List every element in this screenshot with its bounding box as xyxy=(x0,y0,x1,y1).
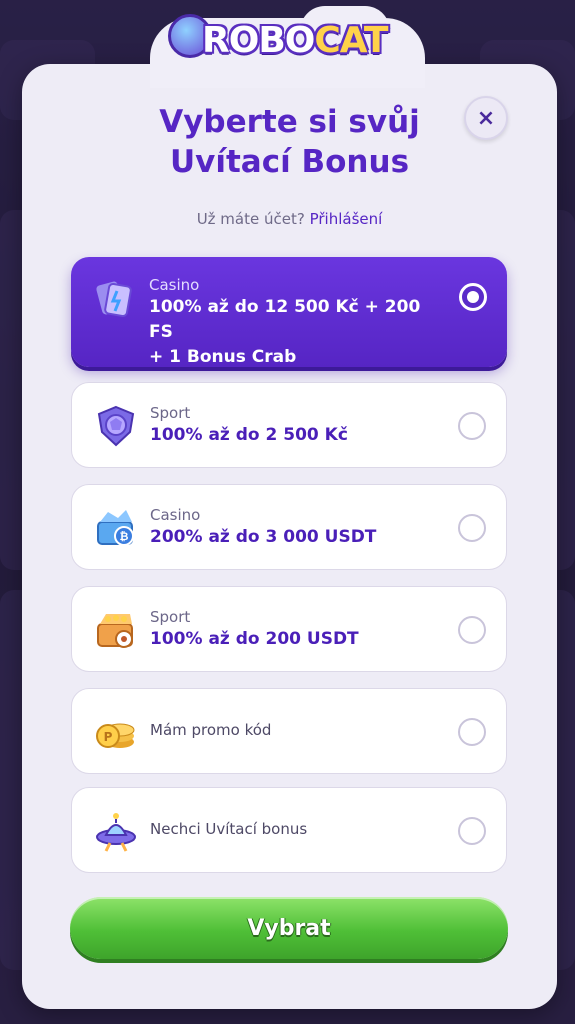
login-link[interactable]: Přihlášení xyxy=(310,210,383,228)
radio-button[interactable] xyxy=(458,412,486,440)
svg-text:P: P xyxy=(104,730,113,744)
radio-button[interactable] xyxy=(458,616,486,644)
option-category: Casino xyxy=(150,506,201,524)
close-icon: × xyxy=(476,105,496,131)
login-prompt: Už máte účet? Přihlášení xyxy=(22,210,557,228)
option-text: Sport 100% až do 2 500 Kč xyxy=(150,403,446,448)
bonus-option-casino-1[interactable]: Casino 100% až do 12 500 Kč + 200 FS + 1… xyxy=(71,257,507,367)
option-text: Sport 100% až do 200 USDT xyxy=(150,607,446,652)
option-bonus-line-1: 100% až do 200 USDT xyxy=(150,629,359,649)
promo-code-option[interactable]: P Mám promo kód xyxy=(71,688,507,774)
bonus-option-sport-1[interactable]: Sport 100% až do 2 500 Kč xyxy=(71,382,507,468)
ufo-icon xyxy=(94,809,138,853)
svg-text:₿: ₿ xyxy=(120,530,129,543)
robocat-logo: ROBOCAT xyxy=(150,6,425,88)
option-bonus-line-2: + 1 Bonus Crab xyxy=(149,347,297,367)
logo-text-part-1: ROBO xyxy=(202,20,315,61)
logo-text: ROBOCAT xyxy=(202,20,388,61)
option-text: Mám promo kód xyxy=(150,721,446,739)
radio-button[interactable] xyxy=(458,718,486,746)
bonus-option-sport-2[interactable]: Sport 100% až do 200 USDT xyxy=(71,586,507,672)
no-bonus-option[interactable]: Nechci Uvítací bonus xyxy=(71,787,507,873)
option-label: Nechci Uvítací bonus xyxy=(150,820,308,838)
option-bonus-line-1: 100% až do 12 500 Kč + 200 FS xyxy=(149,297,421,342)
option-bonus-line-1: 200% až do 3 000 USDT xyxy=(150,527,377,547)
radio-button-selected[interactable] xyxy=(459,283,487,311)
bonus-option-casino-2[interactable]: ₿ Casino 200% až do 3 000 USDT xyxy=(71,484,507,570)
option-text: Nechci Uvítací bonus xyxy=(150,820,446,838)
soccer-chest-icon xyxy=(94,608,138,652)
select-button[interactable]: Vybrat xyxy=(70,897,508,959)
coin-stack-icon: P xyxy=(94,710,138,754)
logo-text-part-2: CAT xyxy=(314,20,388,61)
option-category: Sport xyxy=(150,404,191,422)
bitcoin-chest-icon: ₿ xyxy=(94,506,138,550)
radio-button[interactable] xyxy=(458,514,486,542)
option-label: Mám promo kód xyxy=(150,721,272,739)
option-bonus-line-1: 100% až do 2 500 Kč xyxy=(150,425,348,445)
option-category: Casino xyxy=(149,276,200,294)
title-line-2: Uvítací Bonus xyxy=(169,144,410,180)
shield-ball-icon xyxy=(94,404,138,448)
option-text: Casino 200% až do 3 000 USDT xyxy=(150,505,446,550)
close-button[interactable]: × xyxy=(464,96,508,140)
login-prompt-text: Už máte účet? xyxy=(196,210,305,228)
radio-button[interactable] xyxy=(458,817,486,845)
option-category: Sport xyxy=(150,608,191,626)
option-text: Casino 100% až do 12 500 Kč + 200 FS + 1… xyxy=(149,275,447,370)
welcome-bonus-modal: Vyberte si svůj Uvítací Bonus × Už máte … xyxy=(22,64,557,1009)
casino-tickets-icon xyxy=(93,277,137,321)
